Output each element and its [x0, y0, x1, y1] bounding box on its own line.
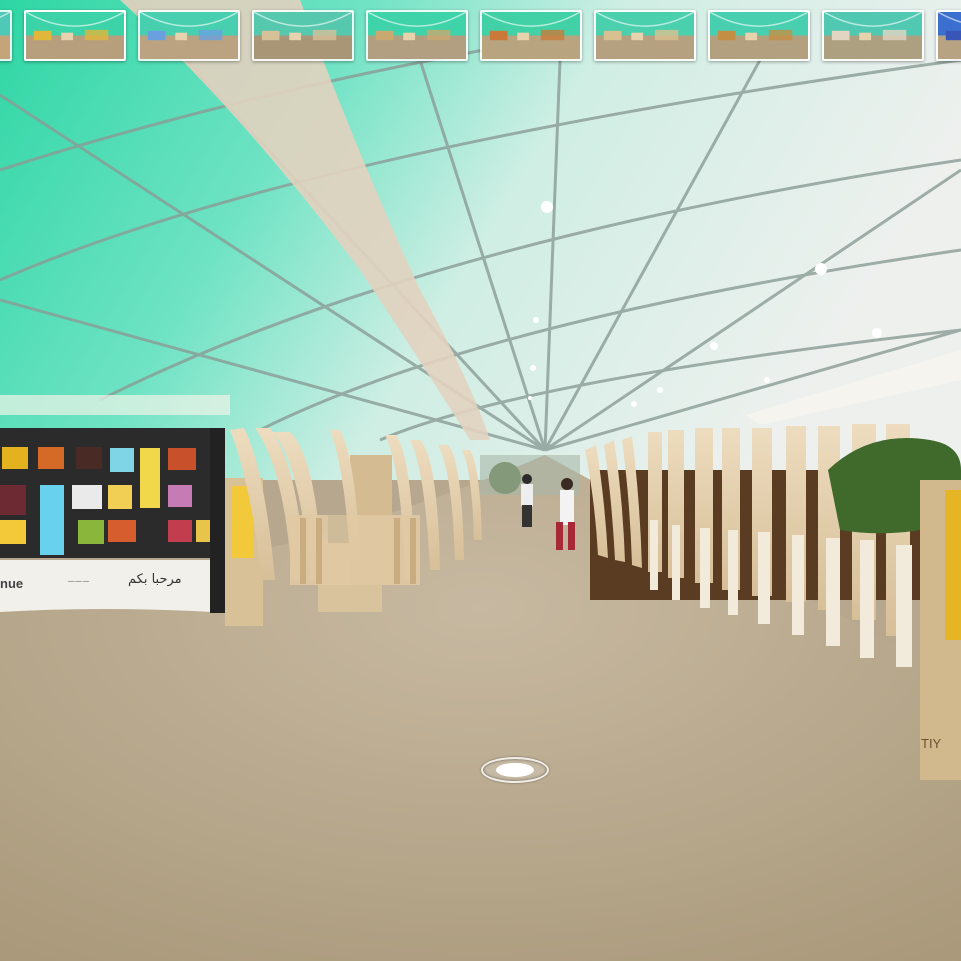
- scene-thumbnail[interactable]: [366, 9, 468, 61]
- panorama-scene[interactable]: [0, 0, 961, 961]
- booth-banner-text: nue: [0, 576, 24, 591]
- thumbnail-image: [368, 11, 466, 59]
- thumbnail-image: [482, 11, 580, 59]
- thumbnail-image: [26, 11, 124, 59]
- navigation-hotspot[interactable]: [481, 757, 549, 783]
- thumbnail-image: [254, 11, 352, 59]
- booth-logo: ───: [68, 576, 91, 586]
- thumbnail-image: [824, 11, 922, 59]
- thumbnail-image: [140, 11, 238, 59]
- thumbnail-image: [710, 11, 808, 59]
- scene-thumbnail[interactable]: [252, 9, 354, 61]
- panorama-viewer[interactable]: nue ─── مرحبا بكم TIY: [0, 0, 961, 961]
- thumbnail-image: [596, 11, 694, 59]
- right-sign-text: TIY: [921, 736, 942, 751]
- exhibit-booth: [0, 428, 225, 613]
- thumbnail-image: [0, 11, 10, 59]
- hotspot-dot-icon: [496, 763, 534, 777]
- scene-thumbnail[interactable]: [138, 9, 240, 61]
- scene-thumbnail[interactable]: [822, 9, 924, 61]
- scene-thumbnail[interactable]: [480, 9, 582, 61]
- scene-thumbnail[interactable]: [0, 9, 12, 61]
- scene-thumbnail[interactable]: [594, 9, 696, 61]
- booth-welcome-text: مرحبا بكم: [128, 572, 182, 587]
- scene-thumbnail-strip[interactable]: [0, 0, 961, 70]
- scene-thumbnail[interactable]: [24, 9, 126, 61]
- scene-thumbnail[interactable]: [936, 9, 961, 61]
- thumbnail-image: [938, 11, 961, 59]
- scene-thumbnail[interactable]: [708, 9, 810, 61]
